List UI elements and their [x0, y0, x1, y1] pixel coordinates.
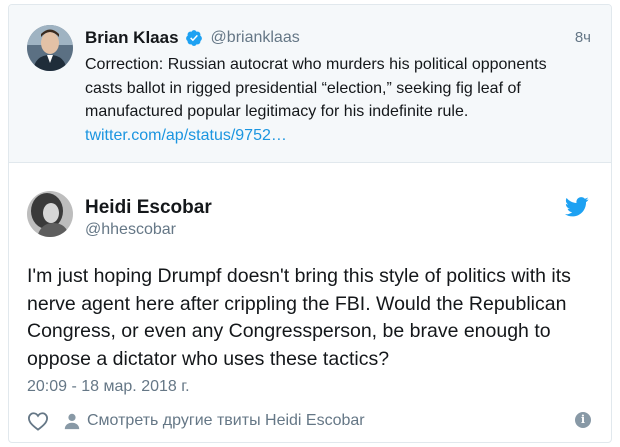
twitter-bird-icon[interactable] — [565, 197, 589, 217]
person-icon — [64, 413, 80, 430]
parent-tweet-time[interactable]: 8ч — [575, 29, 591, 46]
heart-icon[interactable] — [27, 411, 49, 431]
tweet-actions: Смотреть другие твиты Heidi Escobar — [27, 409, 365, 433]
parent-tweet-text-line: manufactured popular legitimacy for his … — [85, 103, 469, 120]
quoted-parent-tweet[interactable]: Brian Klaas @brianklaas 8ч Correction: R… — [9, 5, 611, 163]
tweet-text: I'm just hoping Drumpf doesn't bring thi… — [27, 263, 597, 373]
tweet-text-line: Congress, or even any Congressperson, be… — [27, 320, 551, 342]
author-handle[interactable]: @hhescobar — [85, 221, 176, 239]
tweet-text-line: I'm just hoping Drumpf doesn't bring thi… — [27, 265, 571, 287]
tweet-date[interactable]: 20:09 - 18 мар. 2018 г. — [27, 378, 190, 396]
parent-tweet-text-line: Correction: Russian autocrat who murders… — [85, 56, 547, 73]
parent-tweet-link[interactable]: twitter.com/ap/status/9752… — [85, 124, 595, 148]
parent-author-name[interactable]: Brian Klaas — [85, 28, 179, 48]
parent-author-handle[interactable]: @brianklaas — [211, 29, 300, 47]
info-icon[interactable]: i — [575, 412, 591, 428]
author-avatar[interactable] — [27, 191, 73, 237]
parent-author-avatar[interactable] — [27, 25, 73, 71]
more-tweets-label: Смотреть другие твиты Heidi Escobar — [87, 412, 365, 429]
parent-tweet-text: Correction: Russian autocrat who murders… — [85, 53, 595, 147]
verified-badge-icon — [185, 30, 202, 46]
parent-tweet-text-line: casts ballot in rigged presidential “ele… — [85, 79, 521, 97]
author-name[interactable]: Heidi Escobar — [85, 197, 212, 219]
embedded-tweet-card: Brian Klaas @brianklaas 8ч Correction: R… — [8, 4, 612, 443]
tweet-text-line: nerve agent here after crippling the FBI… — [27, 292, 567, 315]
tweet-text-line: oppose a dictator who uses these tactics… — [27, 347, 390, 370]
more-tweets-link[interactable]: Смотреть другие твиты Heidi Escobar — [63, 412, 365, 430]
parent-tweet-header: Brian Klaas @brianklaas — [85, 27, 300, 49]
